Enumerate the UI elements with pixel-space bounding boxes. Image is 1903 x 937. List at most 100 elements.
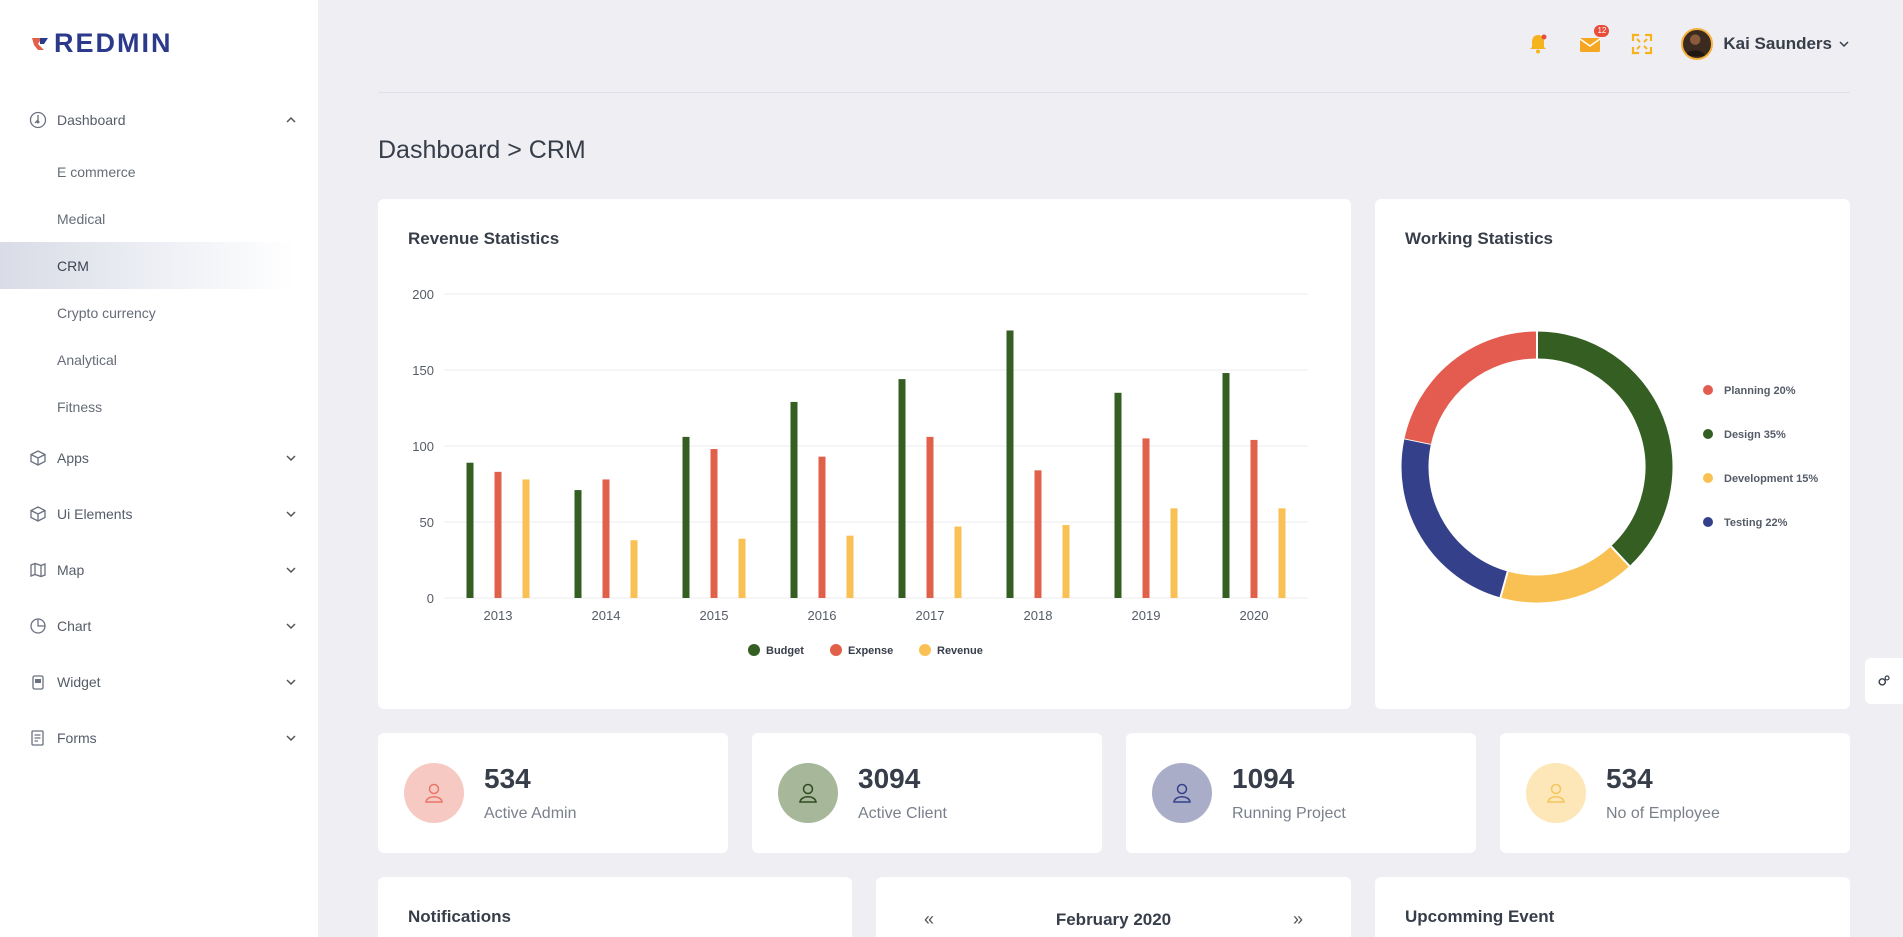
bar-revenue (522, 479, 530, 598)
bar-expense (1142, 438, 1150, 598)
upcoming-event-card: Upcomming Event (1375, 877, 1850, 937)
x-tick-label: 2019 (1132, 608, 1161, 623)
chevron-down-icon (286, 511, 296, 518)
sidebar-item-apps[interactable]: Apps (0, 430, 318, 486)
legend-label: Planning 20% (1724, 385, 1796, 397)
sidebar-item-label: Map (57, 562, 85, 578)
pie-chart-icon (29, 617, 47, 635)
working-donut-chart: Planning 20% Design 35% Development 15% Tes… (1401, 331, 1818, 603)
bar-expense (494, 471, 502, 598)
donut-slice (1536, 331, 1673, 567)
sidebar: REDMIN Dashboard E commerce Medical CRM … (0, 0, 318, 937)
form-icon (29, 729, 47, 747)
legend-label: Budget (766, 645, 804, 657)
legend-label: Development 15% (1724, 473, 1818, 485)
sidebar-item-widget[interactable]: Widget (0, 654, 318, 710)
user-menu[interactable]: Kai Saunders (1681, 28, 1850, 60)
sidebar-item-dashboard[interactable]: Dashboard (0, 92, 318, 148)
bar-expense (710, 449, 718, 598)
sidebar-sub-item-fitness[interactable]: Fitness (0, 383, 318, 430)
dashboard-icon (29, 111, 47, 129)
bar-budget (1006, 330, 1014, 598)
calendar-month: February 2020 (1055, 910, 1172, 929)
sidebar-sub-item-crypto[interactable]: Crypto currency (0, 289, 318, 336)
bar-revenue (846, 535, 854, 598)
settings-toggle[interactable] (1865, 658, 1903, 704)
chevron-down-icon (286, 679, 296, 686)
y-tick-label: 100 (412, 439, 434, 454)
bar-revenue (1278, 508, 1286, 598)
sidebar-item-map[interactable]: Map (0, 542, 318, 598)
stat-value: 534 (1606, 763, 1653, 794)
revenue-statistics-card: Revenue Statistics 0 50 100 150 200 2013 2014 2… (378, 199, 1351, 709)
bar-revenue (1062, 525, 1070, 598)
sidebar-sub-item-analytical[interactable]: Analytical (0, 336, 318, 383)
brand-name: REDMIN (54, 28, 173, 58)
chevron-down-icon (286, 735, 296, 742)
gear-icon (1878, 675, 1890, 686)
topbar: 12 Kai Saunders (378, 0, 1850, 93)
sidebar-item-forms[interactable]: Forms (0, 710, 318, 766)
brand-logo[interactable]: REDMIN (30, 28, 173, 59)
logo-mark-icon (32, 37, 48, 50)
stat-value: 534 (484, 763, 531, 794)
x-tick-label: 2015 (700, 608, 729, 623)
cube-icon (29, 505, 47, 523)
stat-value: 3094 (858, 763, 921, 794)
bell-icon[interactable] (1525, 31, 1551, 57)
topbar-actions: 12 Kai Saunders (1499, 25, 1850, 60)
user-icon (425, 783, 443, 803)
fullscreen-icon[interactable] (1629, 31, 1655, 57)
sidebar-item-label: Widget (57, 674, 101, 690)
bar-budget (898, 379, 906, 598)
stat-card-employees: 534 No of Employee (1500, 733, 1850, 853)
user-name: Kai Saunders (1723, 34, 1832, 53)
legend-swatch (1703, 473, 1713, 483)
stat-card-active-admin: 534 Active Admin (378, 733, 728, 853)
notifications-card: Notifications (378, 877, 852, 937)
stat-label: Active Client (858, 805, 947, 822)
x-tick-label: 2018 (1024, 608, 1053, 623)
sidebar-sub-item-medical[interactable]: Medical (0, 195, 318, 242)
donut-slice (1401, 439, 1509, 598)
sidebar-sub-item-ecommerce[interactable]: E commerce (0, 148, 318, 195)
legend-label: Revenue (937, 645, 983, 657)
widget-icon (29, 673, 47, 691)
sidebar-nav: Dashboard E commerce Medical CRM Crypto … (0, 92, 318, 766)
sidebar-item-chart[interactable]: Chart (0, 598, 318, 654)
legend-swatch (919, 644, 931, 656)
user-icon (1547, 783, 1565, 803)
legend-label: Design 35% (1724, 429, 1786, 441)
chevron-down-icon (286, 567, 296, 574)
card-title: Notifications (408, 907, 511, 926)
stat-icon-circle (778, 763, 838, 823)
stat-value: 1094 (1232, 763, 1295, 794)
legend-swatch (1703, 385, 1713, 395)
stat-card-active-client: 3094 Active Client (752, 733, 1102, 853)
calendar-next-button[interactable]: » (1293, 909, 1303, 930)
legend-swatch (830, 644, 842, 656)
x-tick-label: 2020 (1240, 608, 1269, 623)
bar-budget (682, 436, 690, 598)
mail-icon[interactable]: 12 (1577, 25, 1610, 57)
y-tick-label: 200 (412, 287, 434, 302)
bar-revenue (1170, 508, 1178, 598)
legend-label: Testing 22% (1724, 517, 1788, 529)
y-tick-label: 150 (412, 363, 434, 378)
bar-budget (790, 401, 798, 598)
x-tick-label: 2014 (592, 608, 621, 623)
bar-expense (602, 479, 610, 598)
x-tick-label: 2017 (916, 608, 945, 623)
bar-revenue (738, 538, 746, 598)
sidebar-item-label: Dashboard (57, 112, 126, 128)
sidebar-sub-item-crm[interactable]: CRM (0, 242, 295, 289)
stat-icon-circle (1526, 763, 1586, 823)
sidebar-item-label: Chart (57, 618, 92, 634)
sidebar-item-ui-elements[interactable]: Ui Elements (0, 486, 318, 542)
bar-revenue (630, 540, 638, 598)
working-statistics-card: Working Statistics Planning 20% Design 35… (1375, 199, 1850, 709)
stat-label: No of Employee (1606, 805, 1720, 822)
box-icon (29, 449, 47, 467)
card-title: Upcomming Event (1405, 907, 1555, 926)
bar-expense (1034, 470, 1042, 598)
